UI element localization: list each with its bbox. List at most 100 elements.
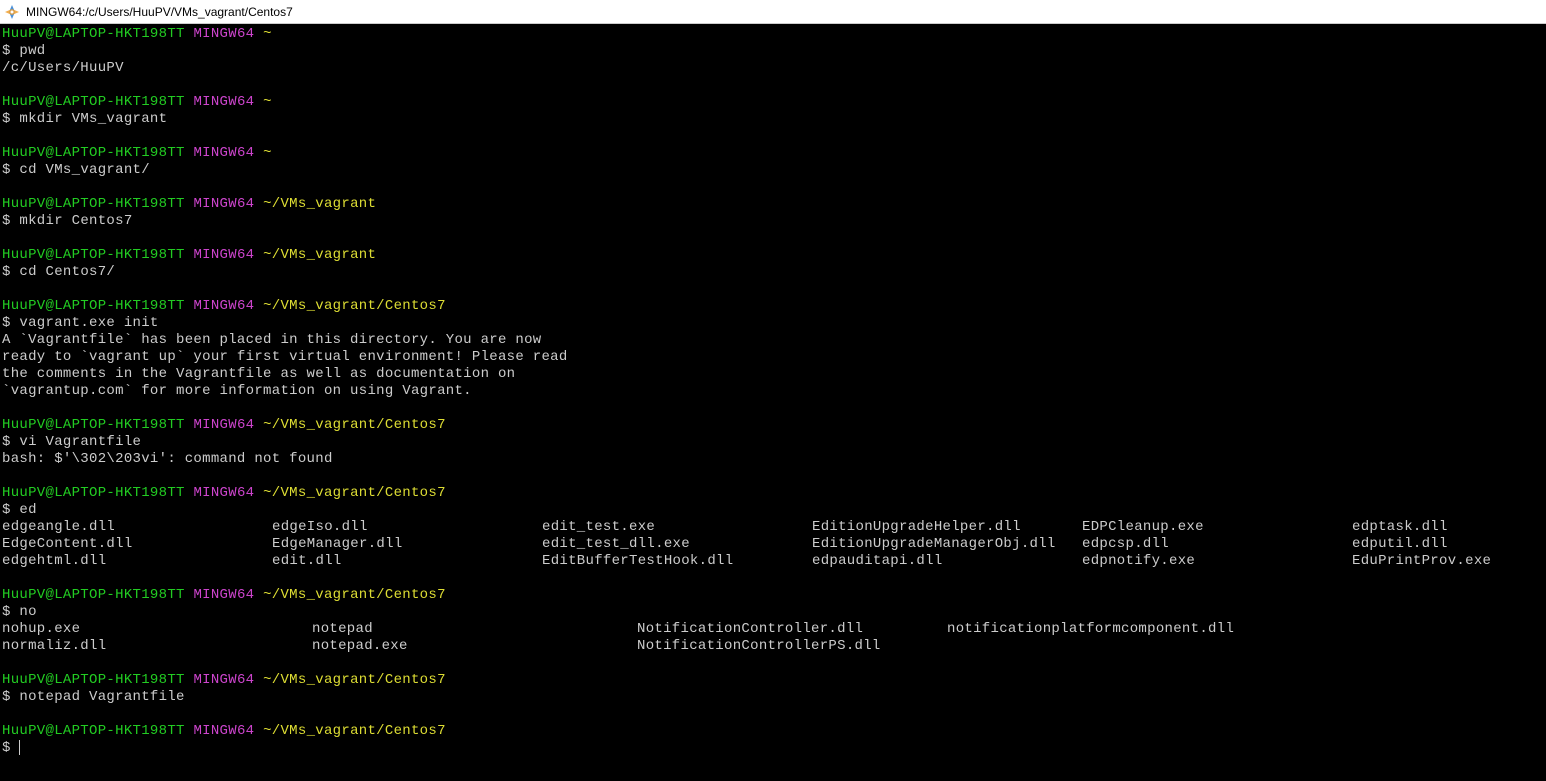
prompt-line: HuuPV@LAPTOP-HKT198TT MINGW64 ~ [2,145,1544,162]
blank-line [2,179,1544,196]
output-line: ready to `vagrant up` your first virtual… [2,349,1544,366]
prompt-line: HuuPV@LAPTOP-HKT198TT MINGW64 ~ [2,26,1544,43]
prompt-host: MINGW64 [193,26,254,42]
prompt-symbol: $ [2,43,19,59]
tab-completion-item: NotificationControllerPS.dll [637,638,947,655]
command-line[interactable]: $ vi Vagrantfile [2,434,1544,451]
command-line[interactable]: $ pwd [2,43,1544,60]
blank-line [2,281,1544,298]
command-line[interactable]: $ cd VMs_vagrant/ [2,162,1544,179]
prompt-user: HuuPV@LAPTOP-HKT198TT [2,298,185,314]
tab-completion-item: notificationplatformcomponent.dll [947,621,1297,638]
command-line[interactable]: $ notepad Vagrantfile [2,689,1544,706]
output-line: the comments in the Vagrantfile as well … [2,366,1544,383]
blank-line [2,77,1544,94]
tab-completion-item: EdgeManager.dll [272,536,542,553]
prompt-symbol: $ [2,740,19,756]
command-text: cd VMs_vagrant/ [19,162,150,178]
tab-completion-row: EdgeContent.dllEdgeManager.dlledit_test_… [2,536,1544,553]
command-line[interactable]: $ mkdir VMs_vagrant [2,111,1544,128]
blank-line [2,706,1544,723]
blank-line [2,400,1544,417]
output-line: `vagrantup.com` for more information on … [2,383,1544,400]
prompt-symbol: $ [2,111,19,127]
prompt-symbol: $ [2,604,19,620]
prompt-user: HuuPV@LAPTOP-HKT198TT [2,723,185,739]
command-line[interactable]: $ [2,740,1544,757]
prompt-host: MINGW64 [193,723,254,739]
tab-completion-item: normaliz.dll [2,638,312,655]
prompt-line: HuuPV@LAPTOP-HKT198TT MINGW64 ~/VMs_vagr… [2,247,1544,264]
prompt-line: HuuPV@LAPTOP-HKT198TT MINGW64 ~/VMs_vagr… [2,723,1544,740]
tab-completion-item: notepad.exe [312,638,637,655]
command-text: mkdir VMs_vagrant [19,111,167,127]
prompt-symbol: $ [2,434,19,450]
command-line[interactable]: $ vagrant.exe init [2,315,1544,332]
prompt-user: HuuPV@LAPTOP-HKT198TT [2,587,185,603]
tab-completion-item: EdgeContent.dll [2,536,272,553]
prompt-symbol: $ [2,264,19,280]
blank-line [2,468,1544,485]
command-line[interactable]: $ ed [2,502,1544,519]
tab-completion-item: EDPCleanup.exe [1082,519,1352,536]
command-text: vi Vagrantfile [19,434,141,450]
tab-completion-item: edgeIso.dll [272,519,542,536]
command-text: vagrant.exe init [19,315,158,331]
prompt-symbol: $ [2,162,19,178]
prompt-line: HuuPV@LAPTOP-HKT198TT MINGW64 ~ [2,94,1544,111]
prompt-line: HuuPV@LAPTOP-HKT198TT MINGW64 ~/VMs_vagr… [2,196,1544,213]
prompt-user: HuuPV@LAPTOP-HKT198TT [2,672,185,688]
prompt-line: HuuPV@LAPTOP-HKT198TT MINGW64 ~/VMs_vagr… [2,417,1544,434]
prompt-host: MINGW64 [193,94,254,110]
tab-completion-item: EditBufferTestHook.dll [542,553,812,570]
command-text: mkdir Centos7 [19,213,132,229]
blank-line [2,655,1544,672]
tab-completion-item: NotificationController.dll [637,621,947,638]
prompt-host: MINGW64 [193,298,254,314]
cursor [19,740,20,755]
prompt-user: HuuPV@LAPTOP-HKT198TT [2,196,185,212]
prompt-path: ~/VMs_vagrant/Centos7 [263,485,446,501]
command-line[interactable]: $ cd Centos7/ [2,264,1544,281]
prompt-line: HuuPV@LAPTOP-HKT198TT MINGW64 ~/VMs_vagr… [2,672,1544,689]
prompt-user: HuuPV@LAPTOP-HKT198TT [2,145,185,161]
prompt-user: HuuPV@LAPTOP-HKT198TT [2,26,185,42]
output-line: /c/Users/HuuPV [2,60,1544,77]
prompt-path: ~/VMs_vagrant/Centos7 [263,417,446,433]
mingw-icon [4,4,20,20]
prompt-host: MINGW64 [193,485,254,501]
prompt-user: HuuPV@LAPTOP-HKT198TT [2,417,185,433]
prompt-path: ~ [263,145,272,161]
prompt-line: HuuPV@LAPTOP-HKT198TT MINGW64 ~/VMs_vagr… [2,587,1544,604]
tab-completion-row: nohup.exenotepadNotificationController.d… [2,621,1544,638]
window-titlebar[interactable]: MINGW64:/c/Users/HuuPV/VMs_vagrant/Cento… [0,0,1546,24]
tab-completion-item: edpcsp.dll [1082,536,1352,553]
prompt-path: ~/VMs_vagrant/Centos7 [263,587,446,603]
tab-completion-item [947,638,1297,655]
blank-line [2,128,1544,145]
prompt-path: ~ [263,94,272,110]
command-text: pwd [19,43,45,59]
prompt-host: MINGW64 [193,672,254,688]
prompt-host: MINGW64 [193,587,254,603]
prompt-user: HuuPV@LAPTOP-HKT198TT [2,94,185,110]
prompt-host: MINGW64 [193,417,254,433]
command-text: cd Centos7/ [19,264,115,280]
tab-completion-item: notepad [312,621,637,638]
blank-line [2,230,1544,247]
prompt-path: ~/VMs_vagrant [263,196,376,212]
command-line[interactable]: $ no [2,604,1544,621]
window-title: MINGW64:/c/Users/HuuPV/VMs_vagrant/Cento… [26,5,293,19]
command-line[interactable]: $ mkdir Centos7 [2,213,1544,230]
prompt-path: ~ [263,26,272,42]
prompt-path: ~/VMs_vagrant [263,247,376,263]
prompt-symbol: $ [2,315,19,331]
prompt-path: ~/VMs_vagrant/Centos7 [263,723,446,739]
prompt-user: HuuPV@LAPTOP-HKT198TT [2,485,185,501]
tab-completion-row: normaliz.dllnotepad.exeNotificationContr… [2,638,1544,655]
tab-completion-item: edptask.dll [1352,519,1532,536]
prompt-line: HuuPV@LAPTOP-HKT198TT MINGW64 ~/VMs_vagr… [2,298,1544,315]
terminal-area[interactable]: HuuPV@LAPTOP-HKT198TT MINGW64 ~$ pwd/c/U… [0,24,1546,781]
prompt-symbol: $ [2,689,19,705]
output-line: bash: $'\302\203vi': command not found [2,451,1544,468]
